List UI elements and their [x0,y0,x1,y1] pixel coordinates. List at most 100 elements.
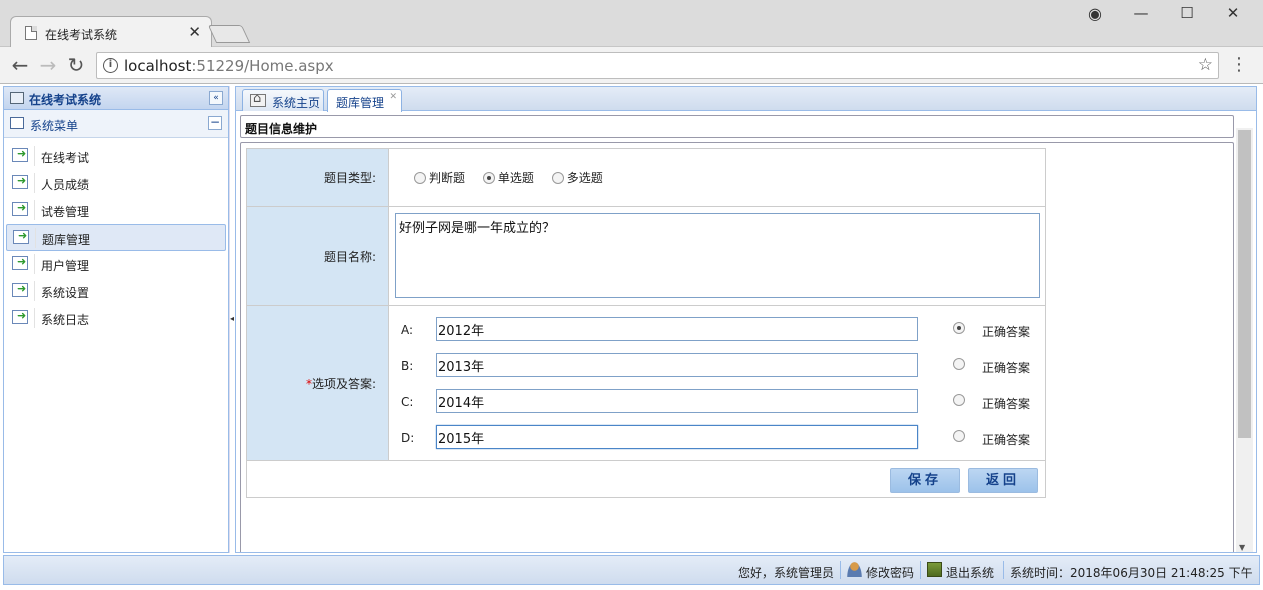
option-letter: D: [401,431,415,445]
radio-judge[interactable] [414,172,426,184]
correct-label: 正确答案 [982,361,1031,375]
change-password-link[interactable]: 修改密码 [866,564,914,581]
menu-item-label: 人员成绩 [41,178,90,192]
new-tab-button[interactable] [207,25,251,43]
question-form: 题目类型: 判断题 单选题 多选题 题目名称: 好例子网是哪一年成立的？ *选项… [246,148,1046,498]
button-row: 保存 返回 [246,460,1046,498]
type-option-judge[interactable]: 判断题 [414,171,465,185]
options-label: *选项及答案: [246,305,389,461]
browser-tab-title: 在线考试系统 [45,28,118,42]
url-host: localhost [124,57,192,75]
option-d-input[interactable] [436,425,918,449]
options-label-text: 选项及答案: [311,376,376,391]
menu-item-label: 题库管理 [42,233,91,247]
options-cell: A: 正确答案 B: 正确答案 [388,305,1046,461]
option-letter: B: [401,359,414,373]
center-panel: 系统主页 题库管理 ✕ 题目信息维护 题目类型: 判断题 单 [235,86,1257,553]
browser-menu-icon[interactable]: ⋮ [1230,54,1248,75]
time-value: 2018年06月30日 21:48:25 下午 [1070,566,1253,580]
type-option-multi[interactable]: 多选题 [551,171,603,185]
logout-link[interactable]: 退出系统 [946,564,994,581]
close-tab-icon[interactable]: ✕ [188,23,201,41]
save-button[interactable]: 保存 [890,468,960,493]
url-text[interactable]: localhost:51229/Home.aspx [124,57,334,75]
back-arrow-icon[interactable]: ← [8,54,32,76]
question-type-group: 判断题 单选题 多选题 [390,169,1044,186]
west-panel-title: 在线考试系统 [29,93,102,107]
type-option-single[interactable]: 单选题 [482,171,534,185]
option-row-c: C: 正确答案 [389,384,1045,420]
greeting-text: 您好，系统管理员 [738,566,835,580]
bookmark-star-icon[interactable]: ☆ [1198,55,1213,75]
radio-multi[interactable] [551,172,564,184]
menu-item-scores[interactable]: 人员成绩 [6,170,226,197]
time-label: 系统时间： [1010,566,1071,580]
browser-toolbar: ← → ↻ i localhost:51229/Home.aspx ☆ ⋮ [0,47,1263,84]
url-path: :51229/Home.aspx [191,57,334,75]
menu-title: 系统菜单 [30,119,79,133]
scrollbar-thumb[interactable] [1238,130,1251,438]
option-a-input[interactable] [436,317,918,341]
type-option-label: 判断题 [429,171,466,185]
panel-title: 题目信息维护 [245,122,318,136]
type-option-label: 多选题 [566,171,603,185]
menu-item-papers[interactable]: 试卷管理 [6,197,226,224]
arrow-go-icon [12,174,28,189]
forward-arrow-icon[interactable]: → [36,54,60,76]
option-letter: C: [401,395,414,409]
correct-radio-c[interactable] [953,394,965,406]
correct-radio-a[interactable] [953,322,965,334]
menu-item-question-bank[interactable]: 题库管理 [6,224,226,251]
close-tab-icon[interactable]: ✕ [389,92,397,102]
menu-header[interactable]: 系统菜单 − [4,110,228,138]
tab-label: 题库管理 [336,96,385,110]
scroll-down-icon[interactable]: ▼ [1239,543,1245,552]
menu-item-logs[interactable]: 系统日志 [6,305,226,332]
type-option-label: 单选题 [497,171,534,185]
option-b-input[interactable] [436,353,918,377]
collapse-arrow-icon[interactable]: ◂ [230,314,234,323]
tab-home[interactable]: 系统主页 [242,89,324,111]
menu-item-online-exam[interactable]: 在线考试 [6,143,226,170]
minimize-icon[interactable]: — [1126,4,1156,22]
reload-icon[interactable]: ↻ [64,54,88,76]
info-icon[interactable]: i [103,58,118,73]
arrow-go-icon [12,201,28,216]
tab-label: 系统主页 [272,96,321,110]
type-label: 题目类型: [246,148,389,207]
close-window-icon[interactable]: ✕ [1218,4,1248,22]
correct-radio-d[interactable] [953,430,965,442]
status-bar: 您好，系统管理员 修改密码 退出系统 系统时间：2018年06月30日 21:4… [3,555,1260,585]
page-icon [25,26,37,40]
tab-strip: 系统主页 题库管理 ✕ [236,87,1256,112]
correct-radio-b[interactable] [953,358,965,370]
correct-label: 正确答案 [982,433,1031,447]
vertical-scrollbar[interactable]: ▼ [1236,128,1253,552]
menu-item-label: 系统日志 [41,313,90,327]
collapse-panel-icon[interactable]: « [209,91,223,105]
question-name-textarea[interactable]: 好例子网是哪一年成立的？ [395,213,1040,298]
address-bar[interactable]: i localhost:51229/Home.aspx ☆ [96,52,1219,79]
menu-item-users[interactable]: 用户管理 [6,251,226,278]
name-label: 题目名称: [246,206,389,306]
menu-item-label: 系统设置 [41,286,90,300]
app-icon [10,92,24,104]
menu-item-settings[interactable]: 系统设置 [6,278,226,305]
option-row-b: B: 正确答案 [389,348,1045,384]
option-c-input[interactable] [436,389,918,413]
minus-icon[interactable]: − [208,116,222,130]
tab-question-bank[interactable]: 题库管理 ✕ [327,89,402,112]
west-panel-header: 在线考试系统 « [4,87,228,110]
menu-list: 在线考试 人员成绩 试卷管理 题库管理 用户管理 系统设置 [4,138,228,332]
maximize-icon[interactable]: ☐ [1172,4,1202,22]
profile-icon[interactable]: ◉ [1080,4,1110,23]
app-root: 在线考试系统 « 系统菜单 − 在线考试 人员成绩 试卷管理 题库管理 [0,85,1263,590]
west-panel: 在线考试系统 « 系统菜单 − 在线考试 人员成绩 试卷管理 题库管理 [3,86,229,553]
home-icon [250,91,266,107]
user-key-icon [847,562,862,577]
radio-single[interactable] [482,172,495,184]
exit-icon [927,562,942,577]
browser-tab[interactable]: 在线考试系统 ✕ [10,16,212,47]
back-button[interactable]: 返回 [968,468,1038,493]
arrow-go-icon [13,229,29,244]
